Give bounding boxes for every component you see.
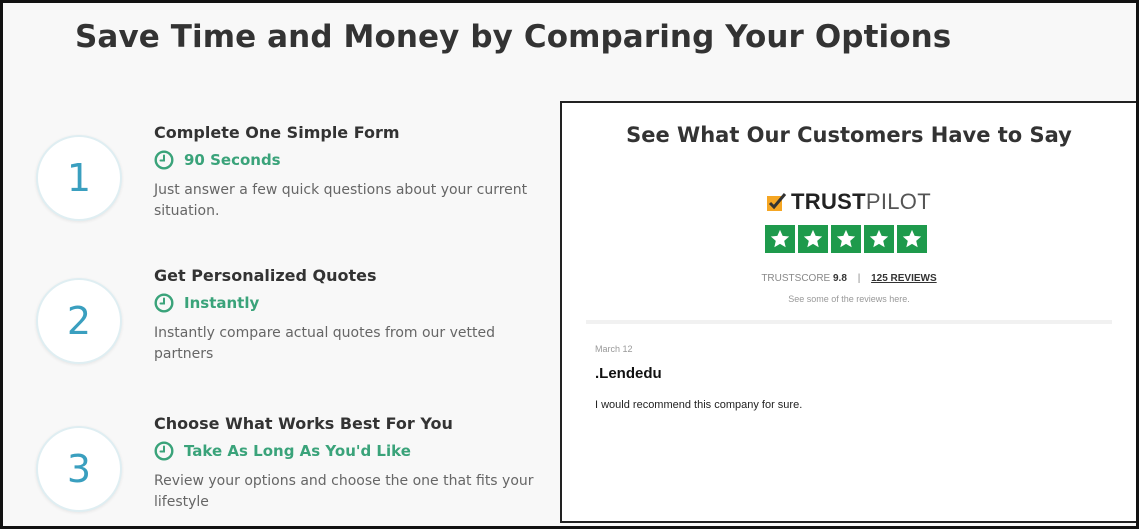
step-description: Review your options and choose the one t… xyxy=(154,473,534,510)
clock-icon xyxy=(154,441,174,461)
trustpilot-stars xyxy=(765,225,927,253)
step-duration: 90 Seconds xyxy=(154,150,281,170)
star-icon xyxy=(765,225,795,253)
step-1: 1 Complete One Simple Form 90 Seconds Ju… xyxy=(3,123,543,233)
trustpilot-logo-light: PILOT xyxy=(865,189,931,214)
trustpilot-logo[interactable]: TRUST PILOT xyxy=(562,189,1136,215)
step-number-circle: 3 xyxy=(36,426,122,512)
step-description: Instantly compare actual quotes from our… xyxy=(154,325,496,362)
step-title: Choose What Works Best For You xyxy=(154,414,453,433)
step-title: Get Personalized Quotes xyxy=(154,266,377,285)
step-3: 3 Choose What Works Best For You Take As… xyxy=(3,414,543,524)
step-2: 2 Get Personalized Quotes Instantly Inst… xyxy=(3,266,543,376)
step-duration-label: Take As Long As You'd Like xyxy=(184,442,411,460)
review-date: March 12 xyxy=(595,344,633,354)
step-duration: Instantly xyxy=(154,293,259,313)
review-author: .Lendedu xyxy=(595,365,662,382)
trustscore-line: TRUSTSCORE 9.8 | 125 REVIEWS xyxy=(562,273,1136,284)
clock-icon xyxy=(154,293,174,313)
reviews-subtext: See some of the reviews here. xyxy=(788,294,910,304)
star-icon xyxy=(864,225,894,253)
reviews-panel: See What Our Customers Have to Say TRUST… xyxy=(560,101,1136,523)
trustpilot-check-icon xyxy=(767,193,787,211)
trustscore-label: TRUSTSCORE xyxy=(761,273,831,284)
star-icon xyxy=(798,225,828,253)
review-text: I would recommend this company for sure. xyxy=(595,399,803,411)
clock-icon xyxy=(154,150,174,170)
step-duration: Take As Long As You'd Like xyxy=(154,441,411,461)
trustscore-value: 9.8 xyxy=(833,273,847,284)
reviews-count-link[interactable]: 125 REVIEWS xyxy=(871,273,937,284)
page-frame: Save Time and Money by Comparing Your Op… xyxy=(0,0,1139,529)
step-title: Complete One Simple Form xyxy=(154,123,400,142)
step-number-circle: 1 xyxy=(36,135,122,221)
page-title: Save Time and Money by Comparing Your Op… xyxy=(75,19,952,55)
step-description: Just answer a few quick questions about … xyxy=(154,182,528,219)
trustpilot-logo-bold: TRUST xyxy=(791,189,866,214)
step-duration-label: 90 Seconds xyxy=(184,151,281,169)
trustscore-separator: | xyxy=(857,273,861,284)
star-icon xyxy=(831,225,861,253)
step-duration-label: Instantly xyxy=(184,294,260,312)
step-number-circle: 2 xyxy=(36,278,122,364)
reviews-title: See What Our Customers Have to Say xyxy=(626,123,1072,147)
divider xyxy=(586,320,1112,324)
star-icon xyxy=(897,225,927,253)
